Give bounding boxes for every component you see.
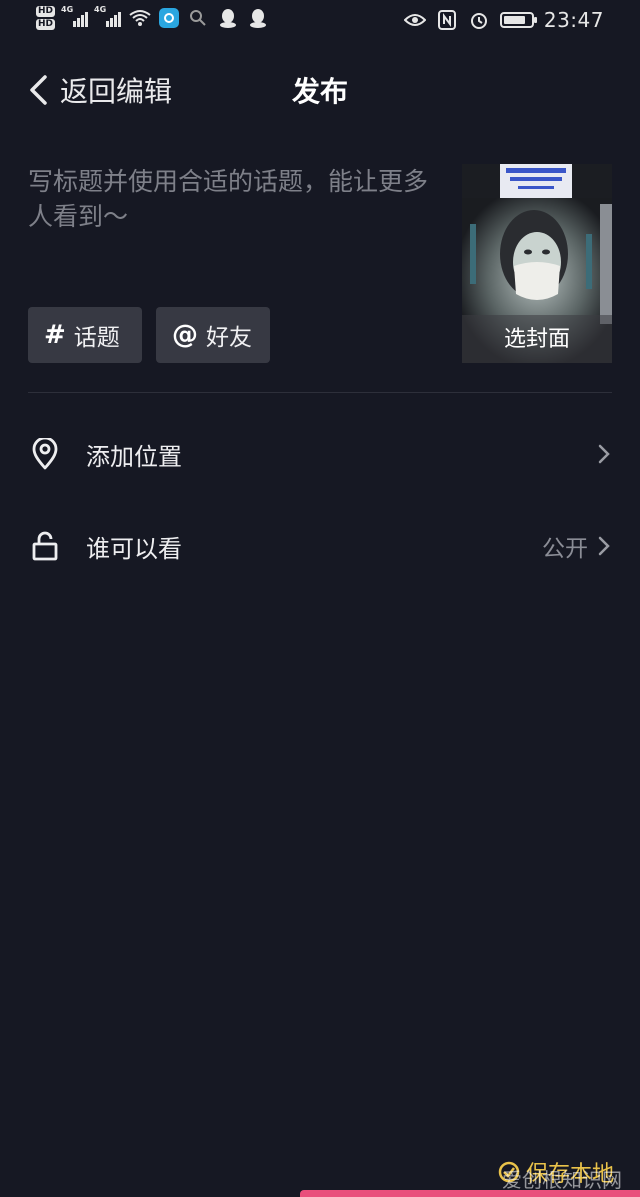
nfc-icon <box>436 9 458 31</box>
at-sign-icon: @ <box>172 320 198 350</box>
network-label-2: 4G <box>94 5 107 14</box>
topic-chip-label: 话题 <box>73 325 120 351</box>
wifi-icon <box>129 7 151 29</box>
signal-icon-2: 4G <box>94 5 122 27</box>
network-label-1: 4G <box>61 5 74 14</box>
add-location-row[interactable]: 添加位置 <box>28 424 612 484</box>
status-bar-left: HD HD 4G 4G <box>36 5 269 30</box>
page-title: 发布 <box>291 75 348 108</box>
signal-icon-1: 4G <box>61 5 89 27</box>
battery-icon <box>499 12 537 28</box>
mention-friend-chip-button[interactable]: @ 好友 <box>156 307 270 363</box>
cover-selector[interactable]: 选封面 <box>462 164 612 363</box>
status-time: 23:47 <box>543 8 604 32</box>
chevron-right-icon <box>598 535 612 557</box>
friend-chip-label: 好友 <box>206 325 252 351</box>
caption-input[interactable]: 写标题并使用合适的话题，能让更多人看到～ <box>28 164 438 234</box>
who-can-see-row[interactable]: 谁可以看 公开 <box>28 516 612 576</box>
qq-notification-icon <box>217 7 239 29</box>
who-can-see-label: 谁可以看 <box>86 534 182 563</box>
watermark-text: 爱创根知识网 <box>502 1168 622 1192</box>
eye-icon <box>403 9 426 31</box>
topic-chip-button[interactable]: # 话题 <box>28 307 142 363</box>
app-notification-icon <box>159 8 180 28</box>
hd-label-1: HD <box>36 6 56 17</box>
status-bar: HD HD 4G 4G 23:47 <box>0 0 640 44</box>
hashtag-icon: # <box>44 320 66 350</box>
qq-notification-icon-2 <box>247 7 269 29</box>
location-pin-icon <box>28 437 62 471</box>
status-bar-right: 23:47 <box>403 8 604 32</box>
unlock-icon <box>28 529 62 563</box>
top-nav: 返回编辑 发布 <box>0 62 640 118</box>
search-notification-icon <box>187 7 209 29</box>
add-location-label: 添加位置 <box>86 442 182 471</box>
alarm-icon <box>468 9 490 31</box>
battery-fill <box>503 16 525 24</box>
hd-label-2: HD <box>36 19 56 30</box>
chevron-right-icon <box>598 443 612 465</box>
choose-cover-label: 选封面 <box>462 315 612 363</box>
hd-indicator: HD HD <box>36 6 56 30</box>
visibility-value: 公开 <box>542 536 588 562</box>
section-divider <box>28 392 612 393</box>
